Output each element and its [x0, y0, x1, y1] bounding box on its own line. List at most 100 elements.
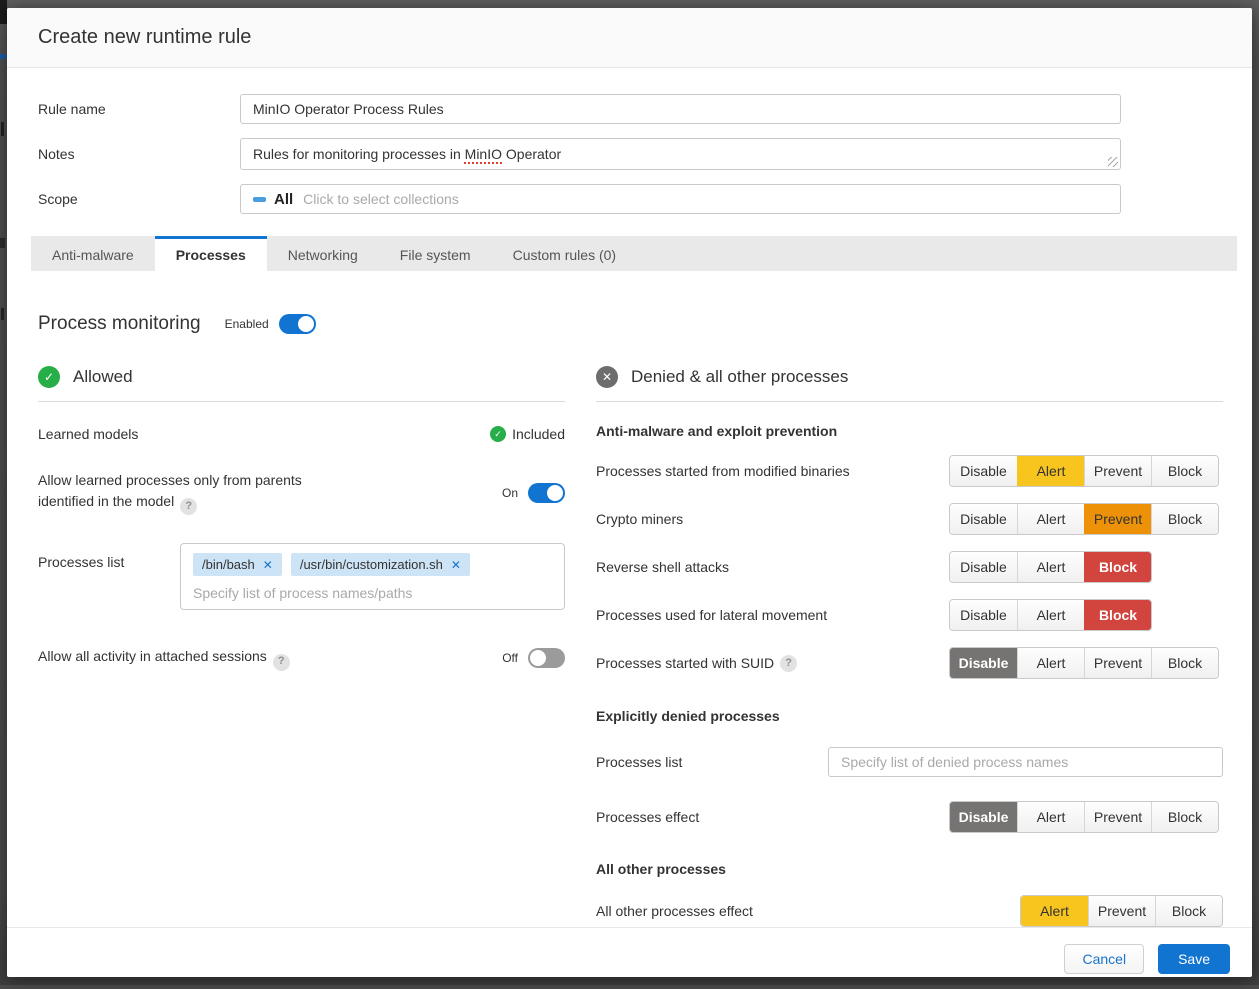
notes-label: Notes: [38, 146, 240, 162]
attached-sessions-label-text: Allow all activity in attached sessions: [38, 648, 267, 664]
tab-processes[interactable]: Processes: [155, 236, 267, 271]
chip-remove-icon[interactable]: ✕: [263, 558, 273, 572]
attached-sessions-state: Off: [502, 648, 565, 668]
tab-networking[interactable]: Networking: [267, 236, 379, 271]
effect-prevent-button[interactable]: Prevent: [1084, 504, 1151, 534]
process-chips: /bin/bash ✕ /usr/bin/customization.sh ✕: [193, 553, 552, 576]
effect-row-label: Crypto miners: [596, 511, 683, 527]
process-monitoring-toggle[interactable]: [279, 314, 316, 334]
effect-prevent-button[interactable]: Prevent: [1088, 896, 1155, 926]
effect-row-crypto-miners: Crypto miners Disable Alert Prevent Bloc…: [596, 503, 1223, 535]
rule-name-row: Rule name: [38, 93, 1221, 125]
learned-models-status: ✓ Included: [490, 426, 565, 442]
scope-collections-input[interactable]: All Click to select collections: [240, 184, 1121, 214]
effect-row-reverse-shell: Reverse shell attacks Disable Alert Bloc…: [596, 551, 1223, 583]
denied-processes-list-input[interactable]: [828, 747, 1223, 777]
help-icon[interactable]: ?: [780, 655, 797, 672]
process-monitoring-title: Process monitoring: [38, 313, 201, 335]
denied-section-header: ✕ Denied & all other processes: [596, 366, 1223, 402]
process-chip-text: /usr/bin/customization.sh: [300, 557, 443, 572]
denied-section-title: Denied & all other processes: [631, 367, 848, 387]
denied-processes-effect-row: Processes effect Disable Alert Prevent B…: [596, 801, 1223, 833]
anti-malware-subheader: Anti-malware and exploit prevention: [596, 423, 1223, 439]
effect-row-label: Processes used for lateral movement: [596, 607, 827, 623]
tab-file-system[interactable]: File system: [379, 236, 492, 271]
effect-prevent-button[interactable]: Prevent: [1084, 456, 1151, 486]
effect-block-button[interactable]: Block: [1084, 600, 1151, 630]
denied-processes-list-label: Processes list: [596, 754, 682, 770]
process-chip-text: /bin/bash: [202, 557, 255, 572]
attached-sessions-toggle[interactable]: [528, 648, 565, 668]
effect-disable-button[interactable]: Disable: [950, 552, 1017, 582]
effect-row-modified-binaries: Processes started from modified binaries…: [596, 455, 1223, 487]
process-chip: /usr/bin/customization.sh ✕: [291, 553, 470, 576]
process-monitoring-header: Process monitoring Enabled: [38, 313, 1221, 335]
dialog-title: Create new runtime rule: [38, 26, 251, 49]
backdrop-artifact: [1, 308, 4, 320]
process-monitoring-state-label: Enabled: [225, 317, 269, 331]
effect-row-label: Processes started with SUID?: [596, 655, 797, 672]
effect-disable-button[interactable]: Disable: [950, 504, 1017, 534]
effect-button-group: Disable Alert Block: [949, 599, 1223, 631]
notes-input[interactable]: Rules for monitoring processes in MinIO …: [240, 138, 1121, 170]
effect-button-group: Disable Alert Prevent Block: [949, 801, 1223, 833]
denied-column: ✕ Denied & all other processes Anti-malw…: [596, 366, 1223, 927]
effect-alert-button[interactable]: Alert: [1017, 552, 1084, 582]
toggle-knob: [547, 485, 563, 501]
check-circle-icon: ✓: [490, 426, 506, 442]
rule-name-input[interactable]: [240, 94, 1121, 124]
help-icon[interactable]: ?: [273, 654, 290, 671]
effect-row-lateral-movement: Processes used for lateral movement Disa…: [596, 599, 1223, 631]
effect-disable-button[interactable]: Disable: [950, 648, 1017, 678]
allowed-processes-list-input[interactable]: /bin/bash ✕ /usr/bin/customization.sh ✕ …: [180, 543, 565, 610]
all-other-effect-row: All other processes effect Alert Prevent…: [596, 895, 1223, 927]
parents-rule-toggle[interactable]: [528, 483, 565, 503]
notes-text-part: Operator: [502, 146, 561, 162]
tab-custom-rules[interactable]: Custom rules (0): [492, 236, 637, 271]
effect-block-button[interactable]: Block: [1151, 648, 1218, 678]
effect-alert-button[interactable]: Alert: [1017, 504, 1084, 534]
chip-remove-icon[interactable]: ✕: [451, 558, 461, 572]
effect-block-button[interactable]: Block: [1084, 552, 1151, 582]
attached-sessions-state-label: Off: [502, 651, 518, 665]
effect-alert-button[interactable]: Alert: [1017, 600, 1084, 630]
rule-name-label: Rule name: [38, 101, 240, 117]
save-button[interactable]: Save: [1158, 944, 1230, 974]
all-other-effect-label: All other processes effect: [596, 903, 753, 919]
effect-alert-button[interactable]: Alert: [1017, 648, 1084, 678]
collection-dash-icon: [253, 197, 266, 202]
scope-selected-collection: All: [274, 191, 293, 208]
effect-row-suid: Processes started with SUID? Disable Ale…: [596, 647, 1223, 679]
effect-disable-button[interactable]: Disable: [950, 456, 1017, 486]
cancel-button[interactable]: Cancel: [1064, 944, 1144, 974]
help-icon[interactable]: ?: [180, 498, 197, 515]
effect-row-label-text: Processes started with SUID: [596, 655, 774, 671]
explicitly-denied-subheader: Explicitly denied processes: [596, 708, 1223, 724]
effect-button-group: Disable Alert Prevent Block: [949, 503, 1223, 535]
effect-prevent-button[interactable]: Prevent: [1084, 802, 1151, 832]
effect-block-button[interactable]: Block: [1151, 802, 1218, 832]
tab-anti-malware[interactable]: Anti-malware: [31, 236, 155, 271]
rule-form: Rule name Notes Rules for monitoring pro…: [7, 68, 1252, 215]
effect-disable-button[interactable]: Disable: [950, 802, 1017, 832]
effect-alert-button[interactable]: Alert: [1017, 802, 1084, 832]
effect-alert-button[interactable]: Alert: [1017, 456, 1084, 486]
effect-button-group: Disable Alert Block: [949, 551, 1223, 583]
effect-prevent-button[interactable]: Prevent: [1084, 648, 1151, 678]
process-chip: /bin/bash ✕: [193, 553, 282, 576]
denied-processes-list-row: Processes list: [596, 746, 1223, 778]
effect-disable-button[interactable]: Disable: [950, 600, 1017, 630]
effect-block-button[interactable]: Block: [1151, 504, 1218, 534]
allowed-processes-list-row: Processes list /bin/bash ✕ /usr/bin/cust…: [38, 543, 565, 610]
allowed-processes-list-label: Processes list: [38, 543, 180, 572]
parents-rule-state-label: On: [502, 486, 518, 500]
effect-block-button[interactable]: Block: [1155, 896, 1222, 926]
scope-row: Scope All Click to select collections: [38, 183, 1221, 215]
effect-alert-button[interactable]: Alert: [1021, 896, 1088, 926]
notes-row: Notes Rules for monitoring processes in …: [38, 138, 1221, 170]
scope-label: Scope: [38, 191, 240, 207]
textarea-resize-handle[interactable]: [1108, 157, 1118, 167]
effect-block-button[interactable]: Block: [1151, 456, 1218, 486]
learned-models-label: Learned models: [38, 424, 138, 444]
effect-button-group: Alert Prevent Block: [949, 895, 1223, 927]
